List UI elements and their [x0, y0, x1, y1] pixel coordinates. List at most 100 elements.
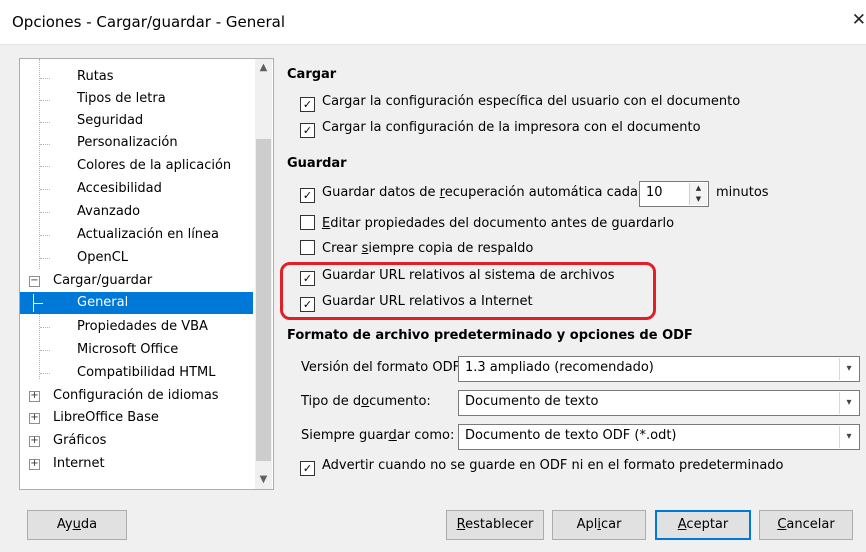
tree-item-ms-office[interactable]: Microsoft Office — [77, 339, 178, 361]
checkbox-checked-icon[interactable]: ✓ — [300, 461, 315, 476]
expand-icon[interactable]: + — [29, 459, 40, 470]
select-value: Documento de texto ODF (*.odt) — [465, 428, 677, 443]
section-odf: Formato de archivo predeterminado y opci… — [287, 328, 693, 343]
tree-branch — [40, 100, 50, 101]
label-part: Ay — [56, 517, 73, 532]
spin-down-icon[interactable]: ▼ — [690, 194, 707, 205]
options-tree[interactable]: Rutas Tipos de letra Seguridad Personali… — [19, 58, 274, 490]
tree-branch — [40, 235, 50, 236]
scroll-down-icon[interactable]: ▼ — [255, 471, 272, 489]
tree-item-html[interactable]: Compatibilidad HTML — [77, 362, 216, 384]
tree-item-internet[interactable]: Internet — [53, 453, 105, 475]
tree-branch — [40, 144, 50, 145]
tree-item-general[interactable]: General — [20, 292, 253, 314]
tree-branch — [40, 258, 50, 259]
tree-branch — [40, 122, 50, 123]
checkbox-unchecked-icon[interactable] — [300, 240, 315, 255]
checkbox-checked-icon[interactable]: ✓ — [300, 188, 315, 203]
label-part: ditar propiedades del documento antes de… — [330, 216, 675, 231]
chevron-down-icon[interactable]: ▾ — [839, 426, 858, 448]
tree-item-idiomas[interactable]: Configuración de idiomas — [53, 385, 219, 407]
tree-item-rutas[interactable]: Rutas — [77, 66, 114, 88]
odf-version-label: Versión del formato ODF: — [301, 360, 464, 375]
checkbox-checked-icon[interactable]: ✓ — [300, 97, 315, 112]
tree-item-opencl[interactable]: OpenCL — [77, 247, 128, 269]
label-part: ceptar — [686, 517, 729, 532]
warn-non-odf-checkbox[interactable]: ✓ Advertir cuando no se guarde en ODF ni … — [300, 456, 784, 476]
tree-item-cargar-guardar[interactable]: Cargar/guardar — [53, 270, 152, 292]
tree-guide-line — [39, 59, 40, 269]
expand-icon[interactable]: + — [29, 391, 40, 402]
close-icon[interactable]: ✕ — [852, 10, 866, 30]
expand-icon[interactable]: + — [29, 413, 40, 424]
autorecover-minutes-spinner[interactable]: 10 ▲ ▼ — [639, 181, 709, 207]
checkbox-label: Cargar la configuración de la impresora … — [322, 120, 701, 135]
always-save-as-select[interactable]: Documento de texto ODF (*.odt) ▾ — [458, 424, 860, 450]
checkbox-checked-icon[interactable]: ✓ — [300, 271, 315, 286]
reset-button[interactable]: Restablecer — [446, 510, 544, 540]
spinner-value[interactable]: 10 — [646, 185, 663, 200]
autorecover-checkbox[interactable]: ✓ Guardar datos de recuperación automátic… — [300, 183, 642, 203]
label-part: establecer — [465, 517, 534, 532]
collapse-icon[interactable]: − — [29, 276, 40, 287]
checkbox-label: Cargar la configuración específica del u… — [322, 94, 741, 109]
spin-up-icon[interactable]: ▲ — [690, 183, 707, 194]
tree-item-seguridad[interactable]: Seguridad — [77, 110, 143, 132]
label-part: Crear — [322, 241, 362, 256]
checkbox-label: Guardar datos de recuperación automática… — [322, 185, 642, 200]
help-button[interactable]: Ayuda — [27, 510, 127, 540]
mnemonic: E — [322, 216, 331, 231]
scroll-up-icon[interactable]: ▲ — [255, 59, 272, 77]
always-save-as-label: Siempre guardar como: — [301, 428, 454, 443]
label-part: iempre copia de respaldo — [368, 241, 534, 256]
relative-url-filesystem-checkbox[interactable]: ✓ Guardar URL relativos al sistema de arc… — [300, 266, 614, 286]
chevron-down-icon[interactable]: ▾ — [839, 392, 858, 414]
tree-item-tipos-de-letra[interactable]: Tipos de letra — [77, 88, 166, 110]
mnemonic: o — [361, 394, 370, 409]
tree-branch — [40, 166, 50, 167]
tree-branch — [40, 373, 50, 374]
tree-item-actualizacion[interactable]: Actualización en línea — [77, 224, 219, 246]
label-part: ar como: — [396, 428, 455, 443]
expand-icon[interactable]: + — [29, 436, 40, 447]
checkbox-checked-icon[interactable]: ✓ — [300, 123, 315, 138]
scrollbar-thumb[interactable] — [256, 139, 271, 461]
cancel-button[interactable]: Cancelar — [759, 510, 853, 540]
label-part: Tipo de d — [301, 394, 362, 409]
backup-copy-checkbox[interactable]: Crear siempre copia de respaldo — [300, 239, 533, 259]
tree-scrollbar[interactable]: ▲ ▼ — [255, 59, 272, 489]
checkbox-unchecked-icon[interactable] — [300, 215, 315, 230]
checkbox-label: Guardar URL relativos a Internet — [322, 294, 533, 309]
tree-item-avanzado[interactable]: Avanzado — [77, 201, 140, 223]
tree-item-accesibilidad[interactable]: Accesibilidad — [77, 178, 162, 200]
tree-item-graficos[interactable]: Gráficos — [53, 430, 106, 452]
label-part: Guardar datos de — [322, 185, 440, 200]
checkbox-checked-icon[interactable]: ✓ — [300, 297, 315, 312]
document-type-select[interactable]: Documento de texto ▾ — [458, 390, 860, 416]
label-part: ancelar — [786, 517, 835, 532]
label-part: da — [80, 517, 98, 532]
tree-item-base[interactable]: LibreOffice Base — [53, 407, 159, 429]
checkbox-label: Guardar URL relativos al sistema de arch… — [322, 268, 615, 283]
checkbox-label: Advertir cuando no se guarde en ODF ni e… — [322, 458, 784, 473]
minutes-label: minutos — [716, 185, 769, 200]
chevron-down-icon[interactable]: ▾ — [839, 358, 858, 380]
mnemonic: u — [72, 517, 81, 532]
edit-properties-checkbox[interactable]: Editar propiedades del documento antes d… — [300, 214, 674, 234]
checkbox-label: Crear siempre copia de respaldo — [322, 241, 533, 256]
tree-item-label: General — [77, 295, 129, 310]
odf-version-select[interactable]: 1.3 ampliado (recomendado) ▾ — [458, 356, 860, 382]
tree-item-vba[interactable]: Propiedades de VBA — [77, 316, 208, 338]
section-guardar: Guardar — [287, 156, 347, 171]
tree-branch — [33, 303, 43, 304]
relative-url-internet-checkbox[interactable]: ✓ Guardar URL relativos a Internet — [300, 292, 533, 312]
spinner-buttons[interactable]: ▲ ▼ — [689, 183, 707, 205]
apply-button[interactable]: Aplicar — [552, 510, 646, 540]
load-user-settings-checkbox[interactable]: ✓ Cargar la configuración específica del … — [300, 92, 740, 112]
load-printer-settings-checkbox[interactable]: ✓ Cargar la configuración de la impresora… — [300, 118, 701, 138]
select-value: Documento de texto — [465, 394, 599, 409]
ok-button[interactable]: Aceptar — [655, 510, 751, 540]
tree-branch — [40, 78, 50, 79]
tree-item-personalizacion[interactable]: Personalización — [77, 132, 178, 154]
tree-item-colores[interactable]: Colores de la aplicación — [77, 155, 231, 177]
